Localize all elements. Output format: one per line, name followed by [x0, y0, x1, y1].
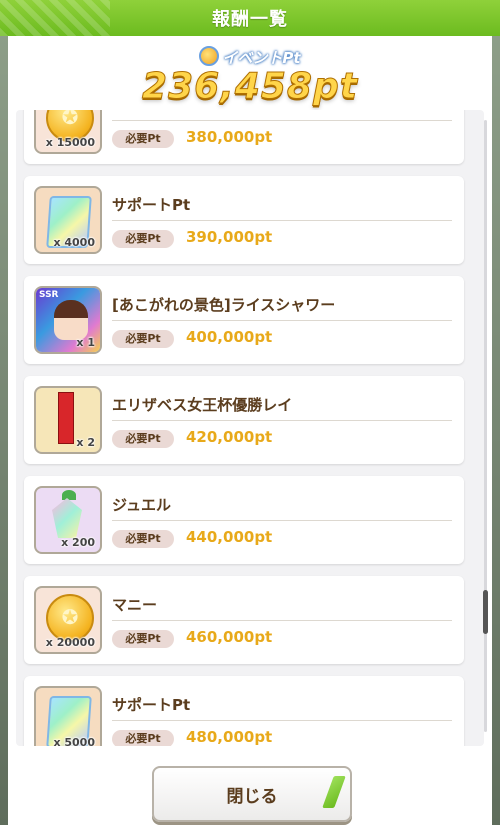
- reward-divider: [112, 620, 452, 621]
- reward-quantity: x 20000: [45, 636, 95, 649]
- required-pt-badge: 必要Pt: [112, 630, 174, 648]
- required-pt-badge: 必要Pt: [112, 330, 174, 348]
- required-pt-value: 380,000pt: [186, 128, 273, 146]
- close-button[interactable]: 閉じる: [152, 766, 352, 822]
- required-pt-value: 460,000pt: [186, 628, 273, 646]
- jewel-leaf: [62, 490, 76, 500]
- reward-name: サポートPt: [112, 196, 191, 214]
- required-pt-value: 480,000pt: [186, 728, 273, 746]
- money-coin-icon: [46, 594, 94, 642]
- reward-icon-box: x 20000: [34, 586, 102, 654]
- reward-divider: [112, 720, 452, 721]
- background-left: [0, 0, 8, 825]
- required-pt-badge: 必要Pt: [112, 530, 174, 548]
- reward-divider: [112, 220, 452, 221]
- event-pt-label-text: イベントPt: [222, 49, 301, 67]
- background-right: [492, 0, 500, 825]
- required-pt-badge: 必要Pt: [112, 430, 174, 448]
- reward-quantity: x 4000: [53, 236, 95, 249]
- reward-icon-box: x 2: [34, 386, 102, 454]
- reward-divider: [112, 320, 452, 321]
- reward-name: サポートPt: [112, 696, 191, 714]
- required-pt-value: 420,000pt: [186, 428, 273, 446]
- reward-name: マニー: [112, 596, 158, 614]
- required-pt-value: 440,000pt: [186, 528, 273, 546]
- reward-dialog: イベントPt 236,458pt x 15000 必要Pt 380,000pt …: [8, 36, 492, 825]
- reward-quantity: x 200: [61, 536, 95, 549]
- event-pt-icon: [199, 46, 220, 66]
- reward-item: x 2 エリザベス女王杯優勝レイ 必要Pt 420,000pt: [24, 376, 464, 464]
- reward-item: x 4000 サポートPt 必要Pt 390,000pt: [24, 176, 464, 264]
- reward-icon-box: SSR x 1: [34, 286, 102, 354]
- reward-name: ジュエル: [112, 496, 171, 514]
- reward-divider: [112, 420, 452, 421]
- ssr-tag: SSR: [39, 290, 59, 300]
- event-pt-total: 236,458pt: [142, 66, 358, 108]
- reward-quantity: x 15000: [45, 136, 95, 149]
- reward-quantity: x 2: [76, 436, 95, 449]
- required-pt-badge: 必要Pt: [112, 730, 174, 746]
- reward-quantity: x 1: [76, 336, 95, 349]
- reward-item: x 200 ジュエル 必要Pt 440,000pt: [24, 476, 464, 564]
- character-portrait: [54, 300, 88, 340]
- reward-quantity: x 5000: [53, 736, 95, 746]
- reward-divider: [112, 120, 452, 121]
- dialog-title: 報酬一覧: [212, 9, 288, 30]
- reward-list[interactable]: x 15000 必要Pt 380,000pt x 4000 サポートPt 必要P…: [16, 110, 484, 746]
- required-pt-badge: 必要Pt: [112, 130, 174, 148]
- reward-icon-box: x 4000: [34, 186, 102, 254]
- reward-divider: [112, 520, 452, 521]
- required-pt-badge: 必要Pt: [112, 230, 174, 248]
- close-button-label: 閉じる: [226, 786, 278, 807]
- reward-item: SSR x 1 [あこがれの景色]ライスシャワー 必要Pt 400,000pt: [24, 276, 464, 364]
- victory-sash-icon: [58, 392, 74, 444]
- event-pt-label: イベントPt: [8, 46, 492, 68]
- scrollbar-thumb[interactable]: [483, 590, 488, 634]
- list-scrollbar[interactable]: [483, 120, 488, 732]
- reward-icon-box: x 5000: [34, 686, 102, 746]
- required-pt-value: 400,000pt: [186, 328, 273, 346]
- reward-icon-box: x 200: [34, 486, 102, 554]
- reward-item: x 5000 サポートPt 必要Pt 480,000pt: [24, 676, 464, 746]
- reward-name: エリザベス女王杯優勝レイ: [112, 396, 293, 414]
- dialog-header: 報酬一覧: [0, 0, 500, 36]
- reward-name: [あこがれの景色]ライスシャワー: [112, 296, 336, 314]
- jewel-icon: [52, 498, 82, 538]
- reward-item: x 15000 必要Pt 380,000pt: [24, 110, 464, 164]
- reward-item: x 20000 マニー 必要Pt 460,000pt: [24, 576, 464, 664]
- required-pt-value: 390,000pt: [186, 228, 273, 246]
- reward-icon-box: x 15000: [34, 110, 102, 154]
